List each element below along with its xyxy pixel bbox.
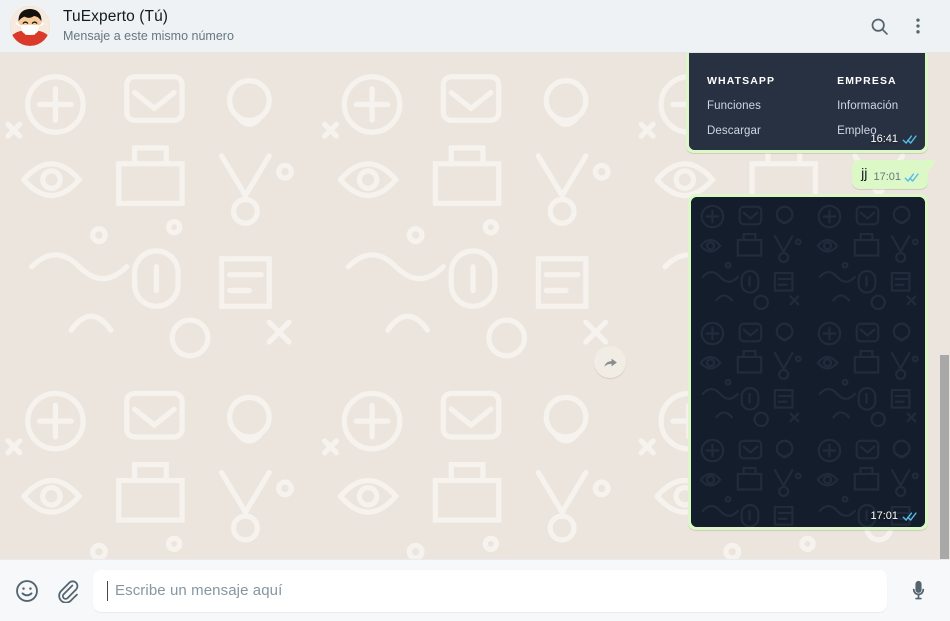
contact-name: TuExperto (Tú) xyxy=(63,8,169,26)
read-receipt-icon xyxy=(902,511,918,522)
message-input-placeholder: Escribe un mensaje aquí xyxy=(115,582,283,599)
header-text-block[interactable]: TuExperto (Tú) Mensaje a este mismo núme… xyxy=(63,8,869,43)
message-time: 17:01 xyxy=(870,510,898,522)
message-time: 16:41 xyxy=(870,133,898,145)
read-receipt-icon xyxy=(904,172,920,183)
message-composer: Escribe un mensaje aquí xyxy=(0,559,950,621)
message-meta: 17:01 xyxy=(870,510,918,522)
text-message-bubble[interactable]: jj 17:01 xyxy=(852,160,936,189)
column-item: Funciones xyxy=(707,100,761,112)
search-icon[interactable] xyxy=(869,16,890,37)
image-attachment[interactable]: WHATSAPP Funciones Descargar EMPRESA Inf… xyxy=(689,53,925,150)
message-meta: 17:01 xyxy=(873,171,920,184)
paperclip-icon[interactable] xyxy=(54,578,79,603)
column-item: Información xyxy=(837,100,899,112)
dark-wallpaper-screenshot xyxy=(691,197,925,527)
message-input[interactable]: Escribe un mensaje aquí xyxy=(93,569,887,612)
chat-scrollbar-thumb[interactable] xyxy=(940,355,949,559)
chat-header: TuExperto (Tú) Mensaje a este mismo núme… xyxy=(0,0,950,53)
image-message-bubble[interactable]: 17:01 xyxy=(688,194,928,530)
message-time: 17:01 xyxy=(873,171,901,183)
chat-message-area: WHATSAPP Funciones Descargar EMPRESA Inf… xyxy=(0,53,950,559)
message-row: WHATSAPP Funciones Descargar EMPRESA Inf… xyxy=(22,53,928,153)
image-attachment[interactable]: 17:01 xyxy=(691,197,925,527)
microphone-icon[interactable] xyxy=(907,579,930,602)
more-vertical-icon[interactable] xyxy=(908,16,928,36)
header-actions xyxy=(869,16,928,37)
message-text: jj xyxy=(861,166,868,182)
message-meta: 16:41 xyxy=(870,133,918,145)
column-item: Descargar xyxy=(707,125,761,137)
avatar[interactable] xyxy=(10,6,50,46)
bubble-tail xyxy=(928,160,936,173)
chat-scrollbar-track[interactable] xyxy=(939,53,950,559)
contact-status: Mensaje a este mismo número xyxy=(63,29,234,44)
image-message-bubble[interactable]: WHATSAPP Funciones Descargar EMPRESA Inf… xyxy=(686,53,928,153)
read-receipt-icon xyxy=(902,134,918,145)
forward-message-button[interactable] xyxy=(594,346,626,378)
link-column: WHATSAPP Funciones Descargar xyxy=(707,75,775,150)
message-row: jj 17:01 xyxy=(22,160,936,189)
column-title: EMPRESA xyxy=(837,75,897,87)
message-row: 17:01 xyxy=(22,194,928,530)
column-title: WHATSAPP xyxy=(707,75,776,87)
message-list: WHATSAPP Funciones Descargar EMPRESA Inf… xyxy=(0,53,950,559)
whatsapp-window: TuExperto (Tú) Mensaje a este mismo núme… xyxy=(0,0,950,621)
dark-doodle-pattern xyxy=(691,197,925,527)
forward-arrow-icon xyxy=(603,358,617,367)
text-caret xyxy=(107,580,108,601)
emoji-smiley-icon[interactable] xyxy=(14,578,40,604)
luffy-avatar-icon xyxy=(10,6,50,46)
